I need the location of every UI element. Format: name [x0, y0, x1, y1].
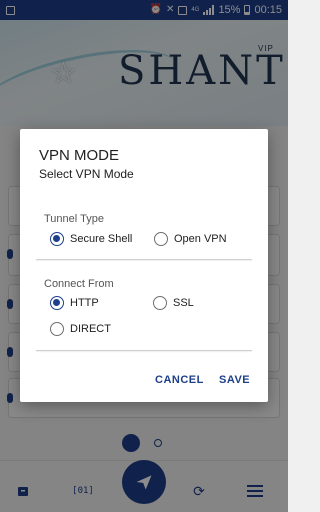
radio-direct[interactable]: DIRECT	[50, 322, 111, 336]
radio-button[interactable]	[153, 296, 167, 310]
radio-button[interactable]	[50, 322, 64, 336]
radio-label: Open VPN	[174, 233, 227, 245]
radio-label: DIRECT	[70, 323, 111, 335]
radio-button[interactable]	[154, 232, 168, 246]
radio-label: Secure Shell	[70, 233, 133, 245]
dialog-title: VPN MODE	[39, 147, 120, 164]
section-divider	[36, 259, 252, 260]
radio-ssl[interactable]: SSL	[153, 296, 194, 310]
tunnel-type-label: Tunnel Type	[44, 213, 104, 225]
radio-button[interactable]	[50, 296, 64, 310]
radio-secure-shell[interactable]: Secure Shell	[50, 232, 132, 246]
connect-from-label: Connect From	[44, 278, 114, 290]
radio-label: SSL	[173, 297, 194, 309]
cancel-button[interactable]: CANCEL	[155, 374, 204, 386]
radio-label: HTTP	[70, 297, 99, 309]
vpn-mode-dialog: VPN MODE Select VPN Mode Tunnel Type Sec…	[20, 129, 268, 402]
radio-open-vpn[interactable]: Open VPN	[154, 232, 227, 246]
section-divider	[36, 350, 252, 351]
radio-http[interactable]: HTTP	[50, 296, 99, 310]
save-button[interactable]: SAVE	[219, 374, 250, 386]
radio-button[interactable]	[50, 232, 64, 246]
dialog-subtitle: Select VPN Mode	[39, 167, 134, 181]
